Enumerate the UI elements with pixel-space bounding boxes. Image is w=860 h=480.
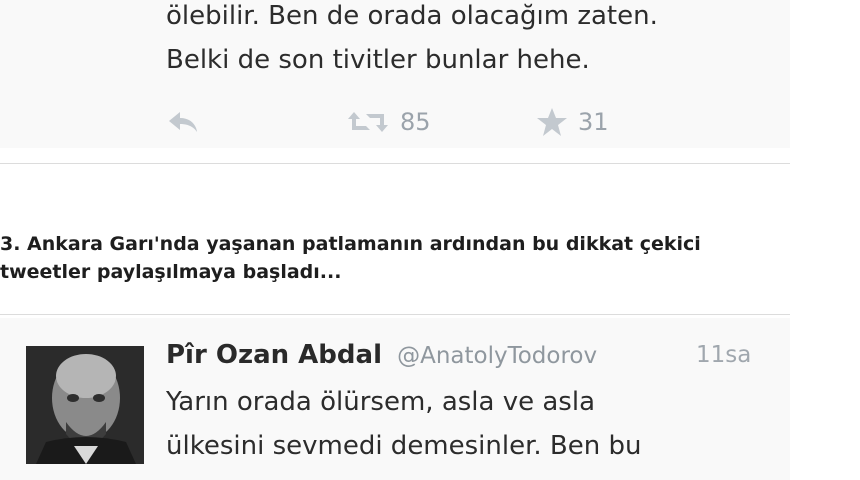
tweet-card[interactable]: ölebilir. Ben de orada olacağım zaten. B… [0, 0, 790, 148]
tweet-text-line: Belki de son tivitler bunlar hehe. [166, 45, 590, 75]
reply-icon [166, 109, 200, 135]
tweet-timestamp[interactable]: 11sa [696, 342, 751, 368]
tweet-text-line: ölebilir. Ben de orada olacağım zaten. [166, 1, 658, 31]
tweet-text-line: ülkesini sevmedi demesinler. Ben bu [166, 431, 642, 461]
divider [0, 163, 790, 164]
reply-button[interactable] [166, 104, 200, 140]
retweet-icon [346, 108, 390, 136]
star-icon [536, 107, 568, 137]
divider [0, 314, 790, 315]
tweet-text: ölebilir. Ben de orada olacağım zaten. B… [166, 0, 786, 82]
tweet-text-line: Yarın orada ölürsem, asla ve asla [166, 387, 595, 417]
section-heading-line: tweetler paylaşılmaya başladı... [0, 261, 342, 283]
section-heading: 3. Ankara Garı'nda yaşanan patlamanın ar… [0, 230, 820, 286]
avatar[interactable] [26, 346, 144, 464]
retweet-button[interactable]: 85 [346, 104, 431, 140]
favorite-count: 31 [578, 108, 609, 136]
author-handle[interactable]: @AnatolyTodorov [397, 343, 597, 369]
favorite-button[interactable]: 31 [536, 104, 609, 140]
tweet-header: Pîr Ozan Abdal @AnatolyTodorov 11sa [166, 340, 786, 376]
section-heading-line: 3. Ankara Garı'nda yaşanan patlamanın ar… [0, 233, 701, 255]
tweet-actions: 85 31 [166, 104, 666, 140]
page: ölebilir. Ben de orada olacağım zaten. B… [0, 0, 860, 480]
retweet-count: 85 [400, 108, 431, 136]
tweet-card[interactable]: Pîr Ozan Abdal @AnatolyTodorov 11sa Yarı… [0, 318, 790, 480]
author-name[interactable]: Pîr Ozan Abdal [166, 340, 382, 370]
tweet-text: Yarın orada ölürsem, asla ve asla ülkesi… [166, 380, 786, 468]
